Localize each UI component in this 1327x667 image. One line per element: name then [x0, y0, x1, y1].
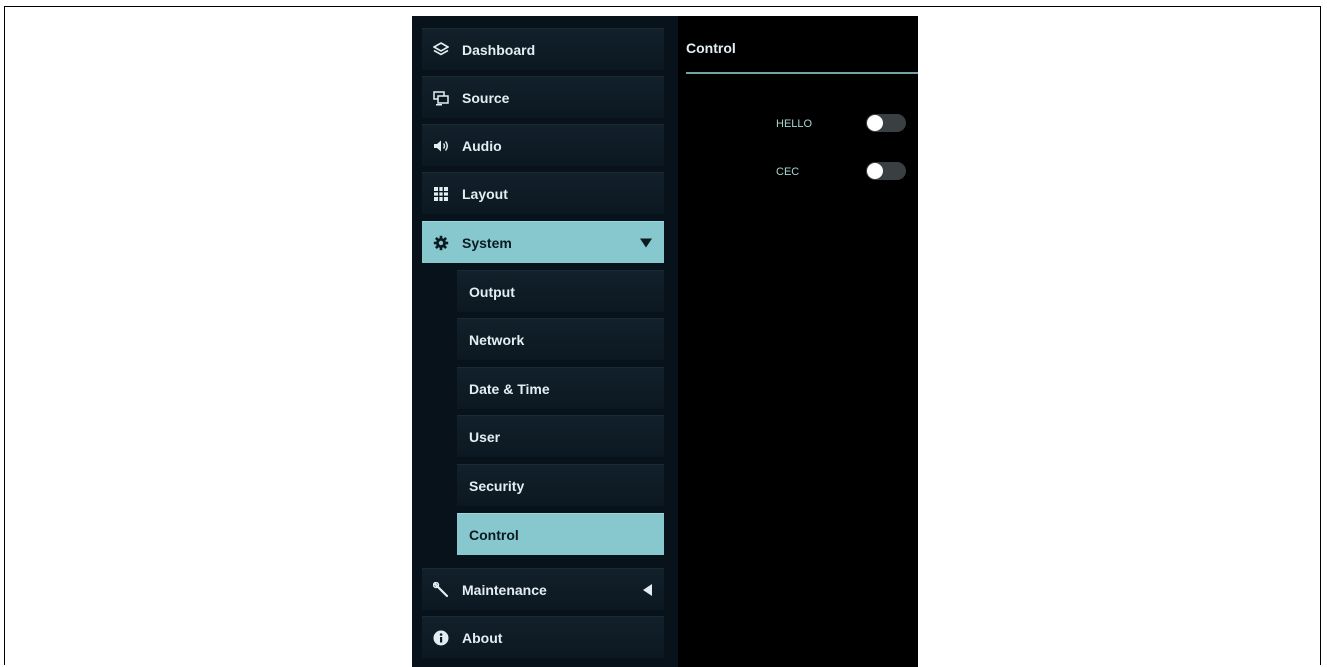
sidebar-item-label: About [462, 629, 503, 646]
sidebar-item-label: Source [462, 89, 510, 106]
cec-label: CEC [776, 166, 800, 178]
sidebar-item-about[interactable]: About [422, 616, 664, 658]
sidebar-item-label: System [462, 234, 512, 251]
sidebar-subitem-date-time[interactable]: Date & Time [457, 367, 664, 409]
hello-label: HELLO [776, 118, 813, 130]
sidebar-subitem-network[interactable]: Network [457, 318, 664, 360]
toggle-knob [867, 115, 883, 131]
sidebar-item-source[interactable]: Source [422, 76, 664, 118]
hello-toggle[interactable] [866, 114, 906, 132]
speaker-icon [432, 137, 450, 155]
sidebar-item-label: Maintenance [462, 581, 547, 598]
sidebar-subitem-label: Date & Time [469, 380, 550, 397]
info-icon [432, 629, 450, 647]
sidebar-item-audio[interactable]: Audio [422, 124, 664, 166]
sidebar-item-system[interactable]: System [422, 221, 664, 263]
gear-icon [432, 234, 450, 252]
sidebar-subitem-label: User [469, 428, 501, 445]
sidebar: Dashboard Source Audio Layout System Out… [412, 16, 678, 667]
sidebar-item-label: Audio [462, 137, 502, 154]
sidebar-subitem-user[interactable]: User [457, 415, 664, 457]
sidebar-subitem-label: Network [469, 331, 525, 348]
page-title: Control [686, 40, 736, 56]
sidebar-subitem-control[interactable]: Control [457, 513, 664, 555]
grid-icon [432, 185, 450, 203]
toggle-knob [867, 163, 883, 179]
layers-icon [432, 41, 450, 59]
content-panel: Control HELLO CEC [678, 16, 918, 667]
sidebar-subitem-output[interactable]: Output [457, 270, 664, 312]
sidebar-item-label: Dashboard [462, 41, 536, 58]
sidebar-item-maintenance[interactable]: Maintenance [422, 568, 664, 610]
chevron-down-icon [640, 238, 652, 247]
title-divider [686, 72, 918, 74]
sidebar-subitem-label: Security [469, 477, 525, 494]
wrench-icon [432, 581, 450, 599]
chevron-left-icon [643, 583, 652, 596]
sidebar-item-dashboard[interactable]: Dashboard [422, 28, 664, 70]
sidebar-subitem-label: Output [469, 283, 515, 300]
sidebar-item-label: Layout [462, 185, 508, 202]
cec-toggle[interactable] [866, 162, 906, 180]
app-window: Dashboard Source Audio Layout System Out… [412, 16, 918, 667]
monitor-icon [432, 89, 450, 107]
sidebar-subitem-label: Control [469, 526, 519, 543]
sidebar-subitem-security[interactable]: Security [457, 464, 664, 506]
sidebar-item-layout[interactable]: Layout [422, 172, 664, 214]
